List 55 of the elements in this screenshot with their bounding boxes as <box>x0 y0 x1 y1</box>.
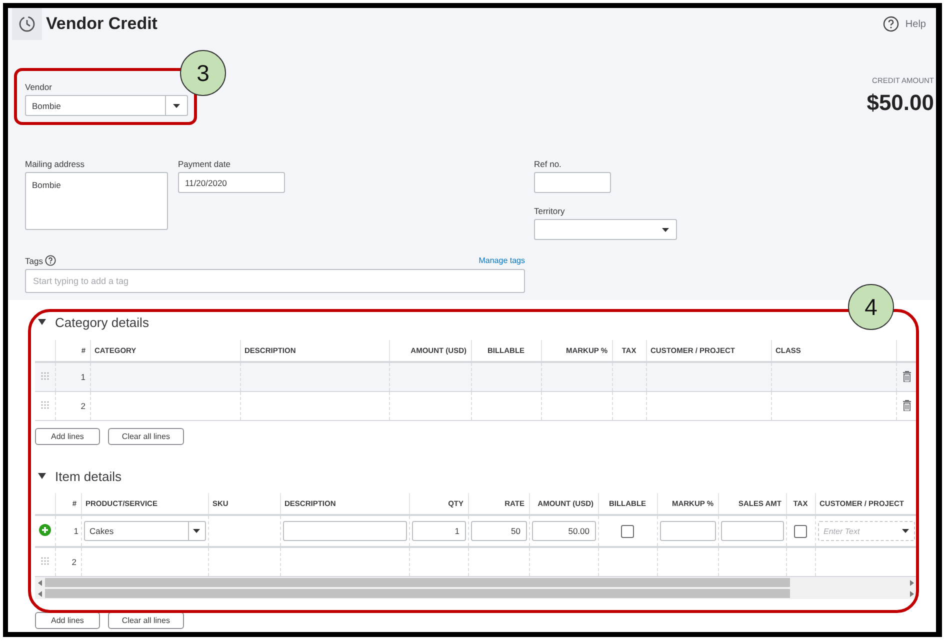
line-number: 2 <box>80 401 86 411</box>
vendor-label: Vendor <box>25 82 53 92</box>
caret-icon <box>902 529 909 533</box>
caret-icon <box>193 529 200 533</box>
help-icon <box>44 255 56 266</box>
drag-handle-icon[interactable] <box>40 401 49 409</box>
line-number: 1 <box>80 372 86 382</box>
horizontal-scrollbar[interactable] <box>35 588 917 599</box>
sales-amount-field[interactable] <box>720 521 784 541</box>
tags-label: Tags <box>25 256 43 266</box>
territory-select[interactable] <box>534 219 677 240</box>
billable-checkbox[interactable] <box>621 524 634 538</box>
table-row[interactable]: 1 <box>35 362 917 392</box>
category-details-toggle[interactable]: Category details <box>38 313 149 331</box>
line-number: 1 <box>74 526 78 536</box>
caret-icon <box>662 228 669 232</box>
clear-lines-button[interactable]: Clear all lines <box>108 612 184 629</box>
help-label[interactable]: Help <box>905 18 926 30</box>
ref-no-label: Ref no. <box>534 159 562 169</box>
horizontal-scrollbar[interactable] <box>35 577 917 588</box>
amount-field[interactable]: 50.00 <box>532 521 596 541</box>
credit-amount: $50.00 <box>866 90 934 116</box>
clear-lines-button[interactable]: Clear all lines <box>108 428 184 445</box>
line-number: 2 <box>72 557 76 567</box>
caret-icon <box>173 104 180 108</box>
window-title: Vendor Credit <box>46 14 158 34</box>
description-field[interactable] <box>282 521 406 541</box>
help-link[interactable]: Help <box>883 16 926 32</box>
table-row[interactable]: 2 <box>35 392 917 420</box>
markup-field[interactable] <box>660 521 716 541</box>
trash-icon[interactable] <box>902 400 911 410</box>
tax-checkbox[interactable] <box>794 524 807 538</box>
help-icon <box>883 16 900 32</box>
drag-handle-icon[interactable] <box>40 372 49 380</box>
drag-handle-icon[interactable] <box>40 557 49 565</box>
payment-date-label: Payment date <box>178 159 232 169</box>
mailing-address-field[interactable]: Bombie <box>25 172 168 230</box>
vendor-select[interactable]: Bombie <box>25 95 188 116</box>
add-lines-button[interactable]: Add lines <box>35 612 100 629</box>
ref-no-field[interactable] <box>534 172 611 193</box>
mailing-address-label: Mailing address <box>25 159 86 169</box>
product-select[interactable]: Cakes <box>84 521 206 541</box>
step-number: 4 <box>848 284 894 330</box>
rate-field[interactable]: 50 <box>470 521 526 541</box>
manage-tags-link[interactable]: Manage tags <box>478 256 525 265</box>
quantity-field[interactable]: 1 <box>412 521 466 541</box>
territory-label: Territory <box>534 206 566 216</box>
clock-icon <box>18 15 36 33</box>
add-icon[interactable] <box>38 524 51 536</box>
history-button[interactable] <box>12 8 42 40</box>
item-details-toggle[interactable]: Item details <box>38 467 122 485</box>
tags-field[interactable]: Start typing to add a tag <box>25 269 525 293</box>
add-lines-button[interactable]: Add lines <box>35 428 100 445</box>
payment-date-field[interactable]: 11/20/2020 <box>178 172 285 193</box>
trash-icon[interactable] <box>902 370 911 382</box>
